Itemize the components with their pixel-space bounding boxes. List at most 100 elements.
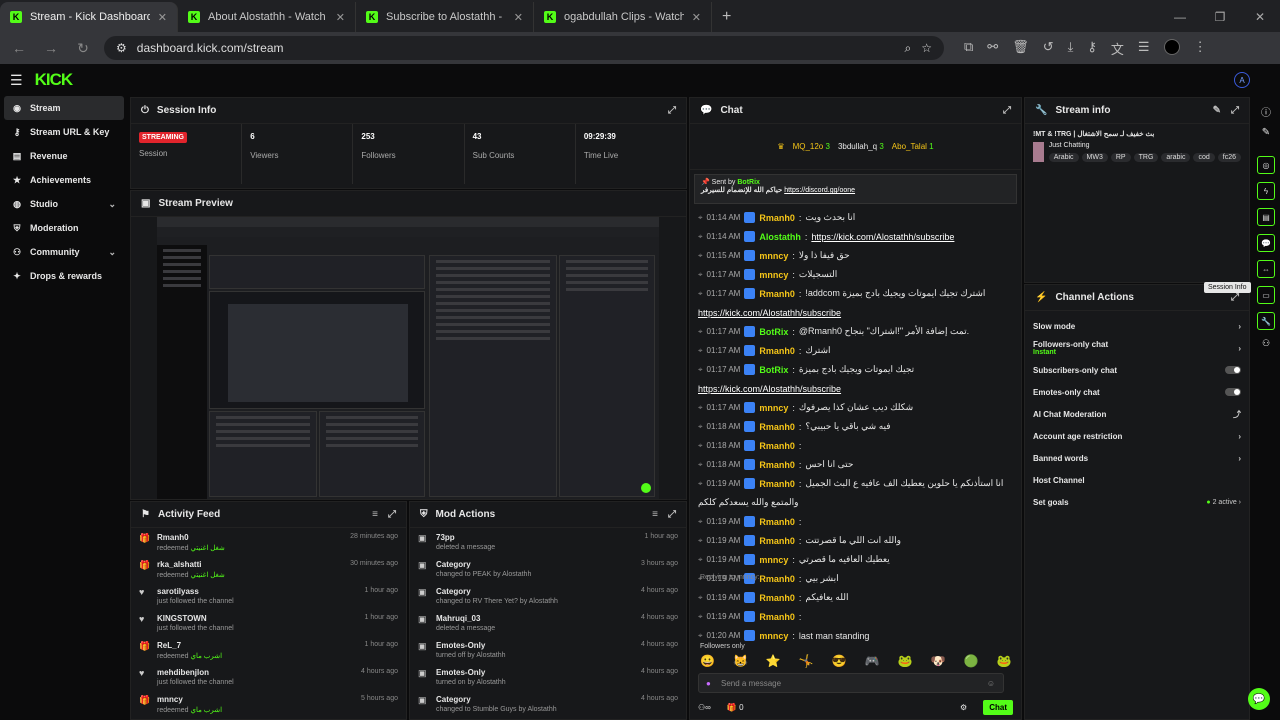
browser-tab-4[interactable]: K ogabdullah Clips - Watch Live o ✕ [534,2,712,32]
emote-icon[interactable]: 😀 [700,654,715,668]
sidebar-item-revenue[interactable]: ▤ Revenue [4,144,124,168]
rail-lightning-icon[interactable]: ϟ [1257,182,1275,200]
send-chat-button[interactable]: Chat [983,699,1013,715]
rail-document-icon[interactable]: ▤ [1257,208,1275,226]
popout-icon[interactable]: ⤢ [388,509,396,520]
chat-username[interactable]: Rmanh0 [759,346,795,356]
url-text[interactable]: dashboard.kick.com/stream [137,41,895,55]
chat-message[interactable]: ⌖ 01:17 AM BotRix: تجيك ايموتات ويجيك بادج … [690,360,1021,379]
chat-message[interactable]: ⌖ 01:19 AM Rmanh0: والله انت اللي ما قصرتتت [690,531,1021,550]
pin-message-icon[interactable]: ⌖ [698,403,703,413]
close-icon[interactable]: ✕ [158,11,167,24]
edit-icon[interactable]: ✎ [1213,105,1221,116]
emote-icon[interactable]: 🐸 [898,654,913,668]
browser-tab-3[interactable]: K Subscribe to Alostathh - Kick St ✕ [356,2,534,32]
chat-username[interactable]: Rmanh0 [759,289,795,299]
site-info-icon[interactable]: ⚙ [116,41,127,55]
channel-action-item[interactable]: Subscribers-only chat [1025,359,1249,381]
pin-message-icon[interactable]: ⌖ [698,365,703,375]
rail-mod-icon[interactable]: ▭ [1257,286,1275,304]
rail-preview-icon[interactable]: ◎ [1257,156,1275,174]
pin-message-icon[interactable]: ⌖ [698,460,703,470]
activity-user[interactable]: sarotilyass [157,587,357,596]
pin-message-icon[interactable]: ⌖ [698,555,703,565]
stream-tag[interactable]: MW3 [1081,153,1108,162]
emote-icon[interactable]: 😎 [832,654,847,668]
settings-gear-icon[interactable]: ⚙ [960,703,967,712]
chat-username[interactable]: Alostathh [759,232,801,242]
toggle-switch[interactable] [1225,366,1241,374]
chat-link[interactable]: https://kick.com/Alostathh/subscribe [698,384,841,394]
chat-message[interactable]: ⌖ 01:18 AM Rmanh0: [690,436,1021,455]
activity-user[interactable]: mnncy [157,695,353,704]
stream-preview-video[interactable] [157,217,659,499]
mod-action-item[interactable]: ▣ Mahruqi_03 deleted a message 4 hours a… [410,609,686,636]
emote-icon[interactable]: 🟢 [964,654,979,668]
close-window-icon[interactable]: ✕ [1240,10,1280,24]
pin-message-icon[interactable]: ⌖ [698,422,703,432]
new-tab-icon[interactable]: + [712,2,741,32]
chat-username[interactable]: mnncy [759,403,788,413]
bookmark-star-icon[interactable]: ☆ [921,41,932,55]
chat-message[interactable]: ⌖ 01:17 AM mnncy: التسجيلات [690,265,1021,284]
rail-users-icon[interactable]: ⚇ [1262,338,1270,349]
zoom-icon[interactable]: ⌕ [905,41,912,56]
pin-message-icon[interactable]: ⌖ [698,536,703,546]
chat-message[interactable]: والمتمع والله يسعدكم كلكم [690,493,1021,512]
activity-user[interactable]: rka_alshatti [157,560,342,569]
chat-message[interactable]: ⌖ 01:17 AM BotRix: @Rmanh0 تمت إضافة الأمر … [690,322,1021,341]
activity-user[interactable]: Rmanh0 [157,533,342,542]
stream-tag[interactable]: Arabic [1048,153,1079,162]
channel-action-item[interactable]: Followers-only chat Instant › [1025,337,1249,359]
history-icon[interactable]: ↺ [1043,39,1054,58]
reading-list-icon[interactable]: ☰ [1138,39,1150,58]
menu-dots-icon[interactable]: ⋮ [1194,39,1207,58]
emote-icon[interactable]: 🎮 [865,654,880,668]
chat-link[interactable]: https://kick.com/Alostathh/subscribe [811,232,954,242]
link-icon[interactable]: ⚯ [987,39,998,58]
pin-message-icon[interactable]: ⌖ [698,631,703,641]
emote-icon[interactable]: 🤸 [799,654,814,668]
chat-message[interactable]: ⌖ 01:15 AM mnncy: حق فيفا ذا ولا [690,246,1021,265]
chat-message[interactable]: ⌖ 01:18 AM Rmanh0: حتى انا احس [690,455,1021,474]
filter-icon[interactable]: ≡ [652,509,658,520]
kick-logo[interactable]: KICK [35,70,74,90]
activity-item[interactable]: ♥ KINGSTOWN just followed the channel 1 … [131,609,406,636]
pinned-link[interactable]: https://discord.gg/oone [784,187,855,194]
mod-action-item[interactable]: ▣ Emotes-Only turned on by Alostathh 4 h… [410,663,686,690]
sidebar-item-community[interactable]: ⚇ Community ⌄ [4,240,124,264]
gift-icon[interactable]: 🎁 0 [727,703,744,712]
popout-icon[interactable]: ⤢ [668,509,676,520]
chat-message[interactable]: ⌖ 01:19 AM Rmanh0: الله يعافيكم [690,588,1021,607]
channel-action-item[interactable]: Account age restriction › [1025,425,1249,447]
translate-icon[interactable]: 文 [1111,39,1124,58]
stream-tag[interactable]: fc26 [1217,153,1241,162]
pin-message-icon[interactable]: ⌖ [698,612,703,622]
help-chat-button[interactable]: 💬 [1248,688,1270,710]
chat-message[interactable]: ⌖ 01:17 AM Rmanh0: !addcom اشترك تجيك ايموت… [690,284,1021,303]
activity-item[interactable]: ♥ sarotilyass just followed the channel … [131,582,406,609]
sidebar-item-achievements[interactable]: ★ Achievements [4,168,124,192]
channel-action-item[interactable]: AI Chat Moderation ⤴ [1025,403,1249,425]
chat-message[interactable]: ⌖ 01:17 AM mnncy: شكلك ديب عشان كذا يصرفوك [690,398,1021,417]
chat-username[interactable]: Rmanh0 [759,213,795,223]
activity-item[interactable]: 🎁 mnncy redeemed اشرب ماي 5 hours ago [131,690,406,717]
account-icon[interactable]: A [1234,72,1250,88]
sidebar-item-stream-url-key[interactable]: ⚷ Stream URL & Key [4,120,124,144]
pin-message-icon[interactable]: ⌖ [698,213,703,223]
restore-icon[interactable]: ❐ [1200,10,1240,24]
password-key-icon[interactable]: ⚷ [1087,39,1097,58]
activity-item[interactable]: 🎁 ReL_7 redeemed اشرب ماي 1 hour ago [131,636,406,663]
mod-action-item[interactable]: ▣ Category changed to RV There Yet? by A… [410,582,686,609]
channel-action-item[interactable]: Banned words › [1025,447,1249,469]
rail-session-info-icon[interactable]: ⇔ [1257,260,1275,278]
chat-username[interactable]: Rmanh0 [759,574,795,584]
activity-user[interactable]: KINGSTOWN [157,614,357,623]
chat-username[interactable]: Rmanh0 [759,612,795,622]
close-icon[interactable]: ✕ [514,11,523,24]
channel-action-item[interactable]: Set goals ● 2 active › [1025,491,1249,513]
popout-icon[interactable]: ⤢ [1231,292,1239,303]
chat-username[interactable]: Rmanh0 [759,460,795,470]
users-icon[interactable]: ⚇∞ [698,703,711,712]
chat-message[interactable]: https://kick.com/Alostathh/subscribe [690,303,1021,322]
